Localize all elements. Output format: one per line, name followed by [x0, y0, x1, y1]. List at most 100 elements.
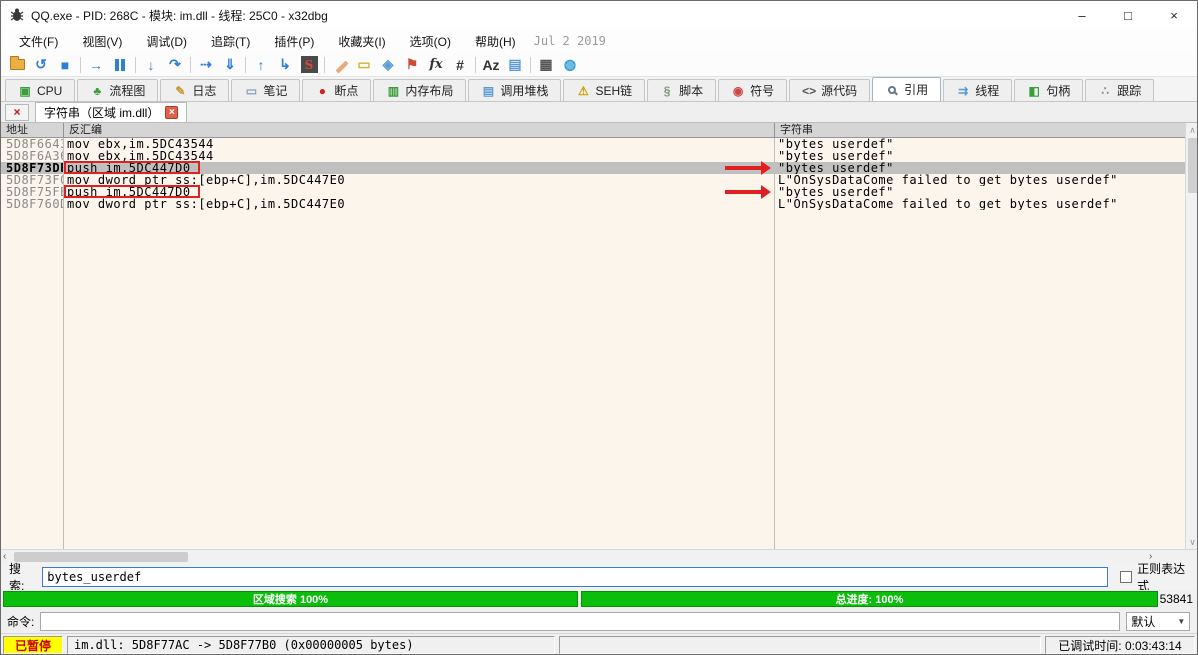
menu-item-options[interactable]: 选项(O) — [400, 32, 461, 52]
tab-references[interactable]: 引用 — [872, 77, 941, 101]
tab-handles[interactable]: ◧句柄 — [1014, 79, 1083, 101]
menu-item-help[interactable]: 帮助(H) — [465, 32, 526, 52]
cell-string: L"OnSysDataCome failed to get bytes_user… — [774, 198, 1185, 210]
cpu-icon: ▣ — [18, 84, 32, 98]
column-header-string[interactable]: 字符串 — [774, 123, 1185, 137]
horizontal-scroll-thumb[interactable] — [14, 552, 188, 562]
column-header-disassembly[interactable]: 反汇编 — [63, 123, 774, 137]
vertical-scrollbar[interactable]: ∧ ∨ — [1185, 123, 1198, 549]
scroll-down-icon[interactable]: ∨ — [1186, 535, 1198, 549]
result-count: 53841 — [1160, 592, 1193, 606]
horizontal-scrollbar[interactable]: ‹ › — [1, 549, 1198, 563]
restart-icon[interactable]: ↺ — [29, 55, 53, 75]
hash-icon[interactable]: # — [448, 55, 472, 75]
tab-label: 句柄 — [1046, 82, 1070, 99]
table-row[interactable]: 5D8F73F0mov dword ptr ss:[ebp+C],im.5DC4… — [1, 174, 1185, 186]
calculator-icon[interactable]: ▦ — [534, 55, 558, 75]
table-row[interactable]: 5D8F6643mov ebx,im.5DC43544"bytes_userde… — [1, 138, 1185, 150]
pause-icon[interactable] — [108, 55, 132, 75]
tab-label: 流程图 — [109, 82, 145, 99]
subtab-close-icon[interactable]: × — [165, 106, 178, 119]
functions-icon[interactable]: fx — [424, 55, 448, 75]
notes-device-icon[interactable]: ▤ — [503, 55, 527, 75]
tab-label: 源代码 — [821, 82, 857, 99]
menu-item-view[interactable]: 视图(V) — [72, 32, 132, 52]
close-all-tabs-button[interactable]: × — [5, 104, 29, 121]
tab-cpu[interactable]: ▣ CPU — [5, 79, 75, 101]
breakpoints-icon: ● — [315, 84, 329, 98]
status-message: im.dll: 5D8F77AC -> 5D8F77B0 (0x00000005… — [67, 636, 555, 654]
execute-till-return-icon[interactable]: ↑ — [249, 55, 273, 75]
regex-label: 正则表达式 — [1137, 560, 1197, 594]
toolbar-separator — [475, 57, 476, 73]
string-s-icon[interactable]: S — [297, 55, 321, 75]
globe-icon[interactable]: ◍ — [558, 55, 582, 75]
menu-item-favourites[interactable]: 收藏夹(I) — [328, 32, 395, 52]
table-row[interactable]: 5D8F75FBpush im.5DC447D0"bytes_userdef" — [1, 186, 1185, 198]
search-row: 搜索: 正则表达式 — [1, 563, 1197, 590]
menu-item-plugins[interactable]: 插件(P) — [264, 32, 324, 52]
cell-string: "bytes_userdef" — [774, 186, 1185, 198]
comments-icon[interactable]: ▭ — [352, 55, 376, 75]
step-out-icon[interactable]: ⇓ — [218, 55, 242, 75]
vertical-scroll-thumb[interactable] — [1188, 138, 1198, 193]
string-prefix: " — [778, 186, 786, 198]
command-input[interactable] — [40, 612, 1120, 631]
menu-bar: 文件(F)视图(V)调试(D)追踪(T)插件(P)收藏夹(I)选项(O)帮助(H… — [1, 29, 1197, 53]
tab-threads[interactable]: ⇉线程 — [943, 79, 1012, 101]
step-into-icon[interactable]: ↓ — [139, 55, 163, 75]
toolbar-separator — [135, 57, 136, 73]
search-input[interactable] — [42, 567, 1108, 587]
table-row[interactable]: 5D8F6A36mov ebx,im.5DC43544"bytes_userde… — [1, 150, 1185, 162]
run-icon[interactable]: → — [84, 55, 108, 75]
tab-script[interactable]: §脚本 — [647, 79, 716, 101]
run-to-user-code-icon[interactable]: ↳ — [273, 55, 297, 75]
step-over-icon[interactable]: ↷ — [163, 55, 187, 75]
source-icon: <> — [802, 84, 816, 98]
tab-log[interactable]: ✎日志 — [160, 79, 229, 101]
tab-memory-map[interactable]: ▥内存布局 — [373, 79, 466, 101]
cell-address: 5D8F75FB — [1, 186, 63, 198]
tab-call-stack[interactable]: ▤调用堆栈 — [468, 79, 561, 101]
chevron-down-icon: ▼ — [1177, 617, 1185, 626]
close-debuggee-icon[interactable]: ■ — [53, 55, 77, 75]
tab-graph[interactable]: ♣流程图 — [77, 79, 158, 101]
tab-source[interactable]: <> 源代码 — [789, 79, 870, 101]
cell-string: "bytes_userdef" — [774, 150, 1185, 162]
tab-trace[interactable]: ∴跟踪 — [1085, 79, 1154, 101]
tab-label: CPU — [37, 84, 62, 98]
notes-icon: ▭ — [244, 84, 258, 98]
window-title: QQ.exe - PID: 268C - 模块: im.dll - 线程: 25… — [31, 7, 1059, 24]
tab-breakpoints[interactable]: ● 断点 — [302, 79, 371, 101]
close-button[interactable]: × — [1151, 1, 1197, 29]
table-row[interactable]: 5D8F73DEpush im.5DC447D0"bytes_userdef" — [1, 162, 1185, 174]
tab-notes[interactable]: ▭笔记 — [231, 79, 300, 101]
text-case-icon[interactable]: Az — [479, 55, 503, 75]
command-profile-dropdown[interactable]: 默认 ▼ — [1126, 612, 1190, 631]
menu-item-debug[interactable]: 调试(D) — [136, 32, 197, 52]
scroll-up-icon[interactable]: ∧ — [1186, 123, 1198, 137]
run-to-selection-icon[interactable]: ⇢ — [194, 55, 218, 75]
bookmarks-icon[interactable]: ⚑ — [400, 55, 424, 75]
menu-item-file[interactable]: 文件(F) — [9, 32, 68, 52]
string-suffix: " — [1110, 174, 1118, 186]
labels-icon[interactable]: ◈ — [376, 55, 400, 75]
string-match: bytes_userdef — [786, 150, 886, 162]
maximize-button[interactable]: □ — [1105, 1, 1151, 29]
regex-checkbox[interactable] — [1120, 571, 1132, 583]
tab-seh[interactable]: ⚠SEH链 — [563, 79, 645, 101]
table-body: 5D8F6643mov ebx,im.5DC43544"bytes_userde… — [1, 138, 1185, 210]
status-empty-panel — [559, 636, 1041, 654]
tab-symbols[interactable]: ◉符号 — [718, 79, 787, 101]
open-file-icon[interactable] — [5, 55, 29, 75]
patches-icon[interactable]: ▬ — [324, 49, 355, 80]
tab-label: 断点 — [334, 82, 358, 99]
scroll-left-icon[interactable]: ‹ — [3, 550, 6, 563]
menu-item-trace[interactable]: 追踪(T) — [201, 32, 260, 52]
strings-subtab[interactable]: 字符串（区域 im.dll） × — [35, 102, 187, 122]
column-header-address[interactable]: 地址 — [1, 123, 63, 137]
table-row[interactable]: 5D8F760Dmov dword ptr ss:[ebp+C],im.5DC4… — [1, 198, 1185, 210]
string-suffix: " — [886, 186, 894, 198]
minimize-button[interactable]: – — [1059, 1, 1105, 29]
string-prefix: " — [778, 162, 786, 174]
